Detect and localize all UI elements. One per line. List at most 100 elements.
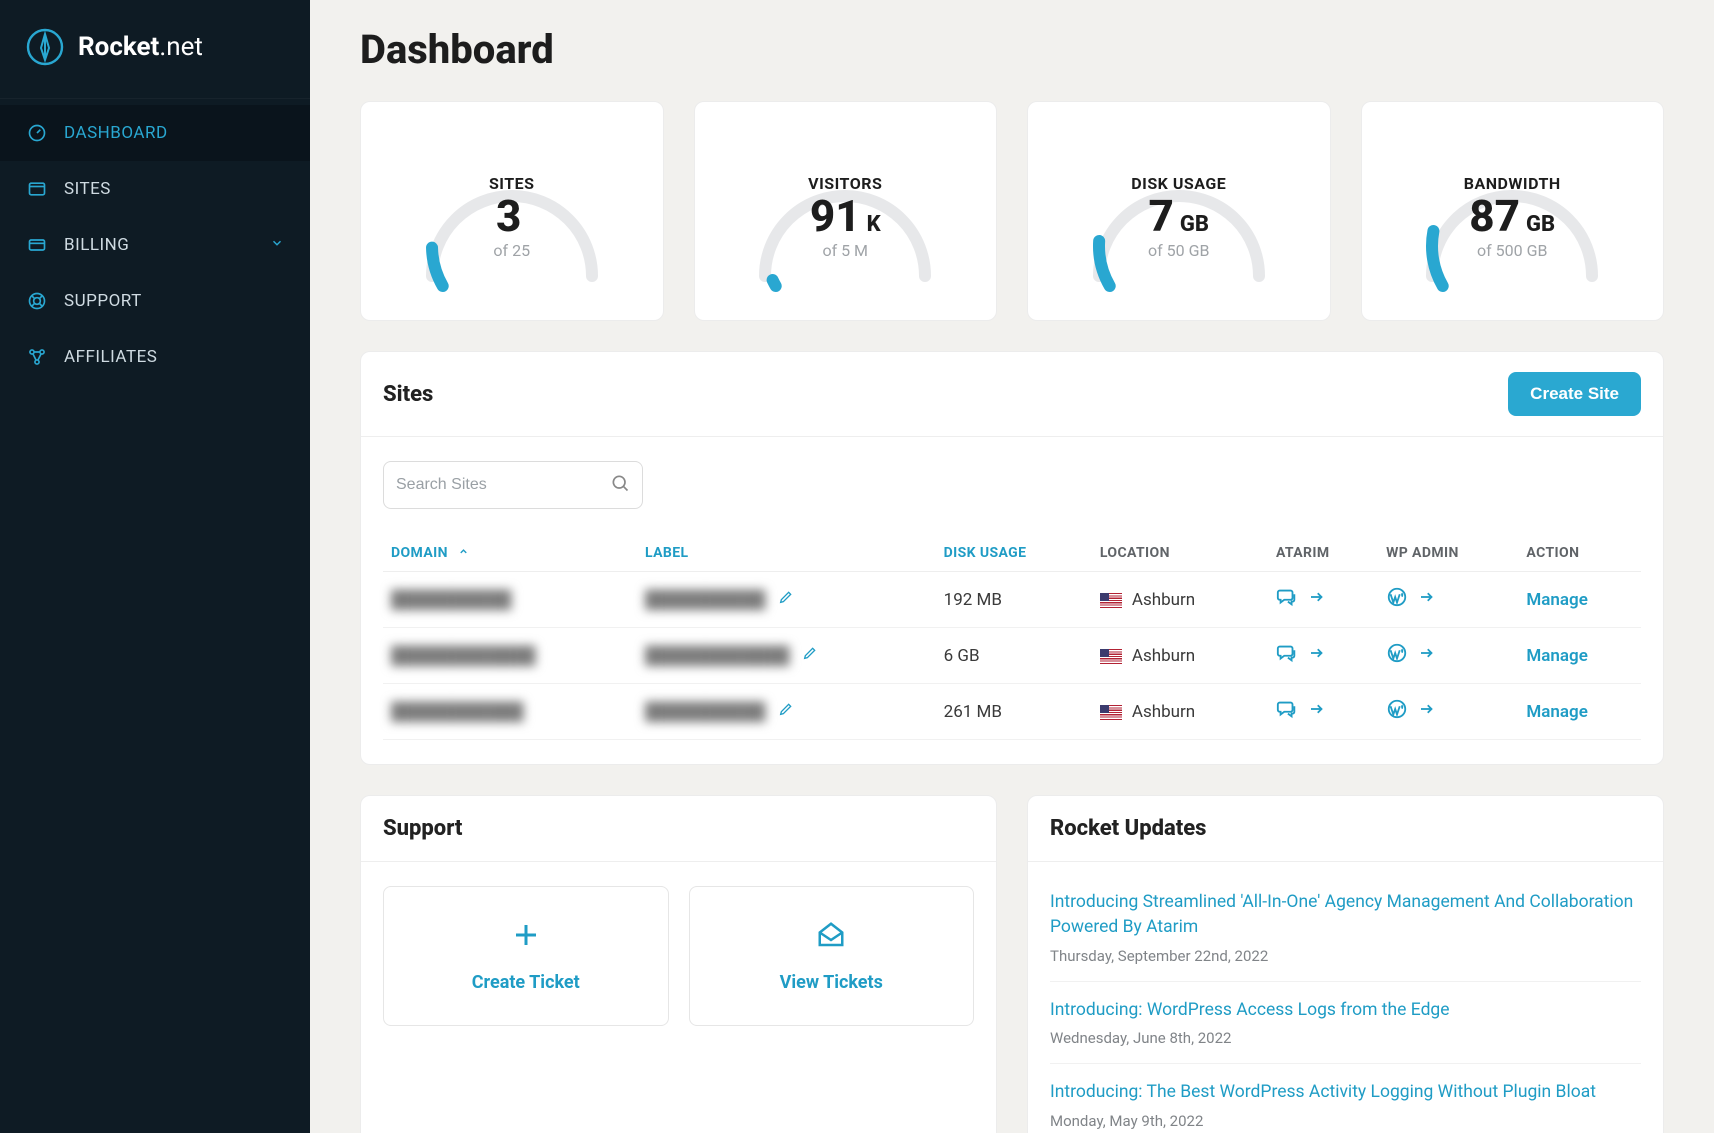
gauge-unit: GB xyxy=(1180,213,1209,236)
gauge-sites: SITES 3 of 25 xyxy=(360,101,664,321)
site-location: Ashburn xyxy=(1092,572,1268,628)
wordpress-icon xyxy=(1386,698,1408,720)
search-sites-input[interactable] xyxy=(396,476,610,494)
edit-icon[interactable] xyxy=(778,702,794,722)
atarim-link[interactable] xyxy=(1276,642,1326,664)
create-ticket-card[interactable]: Create Ticket xyxy=(383,886,669,1026)
arrow-right-icon xyxy=(1308,588,1326,606)
site-label: ██████████ xyxy=(645,590,765,610)
sites-table: DOMAIN LABEL DISK USAGE LOCATION ATARIM … xyxy=(383,535,1641,740)
sidebar-item-label: AFFILIATES xyxy=(64,347,157,367)
support-panel: Support Create Ticket View Tickets xyxy=(360,795,997,1133)
plus-icon xyxy=(511,920,541,958)
create-ticket-label: Create Ticket xyxy=(472,972,580,993)
us-flag-icon xyxy=(1100,593,1122,608)
site-label: ██████████ xyxy=(645,702,765,722)
sidebar-item-label: SUPPORT xyxy=(64,291,142,311)
gauge-value: 91 xyxy=(810,193,861,239)
sidebar-item-label: BILLING xyxy=(64,235,129,255)
update-title[interactable]: Introducing Streamlined 'All-In-One' Age… xyxy=(1050,890,1641,941)
col-wpadmin: WP ADMIN xyxy=(1378,535,1518,572)
gauge-bandwidth: BANDWIDTH 87GB of 500 GB xyxy=(1361,101,1665,321)
sidebar-item-support[interactable]: SUPPORT xyxy=(0,273,310,329)
us-flag-icon xyxy=(1100,705,1122,720)
update-date: Monday, May 9th, 2022 xyxy=(1050,1112,1641,1130)
site-disk: 6 GB xyxy=(936,628,1092,684)
col-disk[interactable]: DISK USAGE xyxy=(936,535,1092,572)
manage-link[interactable]: Manage xyxy=(1526,646,1587,666)
manage-link[interactable]: Manage xyxy=(1526,590,1587,610)
wordpress-icon xyxy=(1386,642,1408,664)
sidebar-item-label: SITES xyxy=(64,179,111,199)
col-atarim: ATARIM xyxy=(1268,535,1378,572)
browser-icon xyxy=(26,179,48,199)
chat-icon xyxy=(1276,698,1298,720)
gauge-disk: DISK USAGE 7 GB of 50 GB xyxy=(1027,101,1331,321)
gauge-sub: of 50 GB xyxy=(1131,241,1226,260)
create-site-button[interactable]: Create Site xyxy=(1508,372,1641,416)
site-domain[interactable]: ██████████ xyxy=(391,590,511,610)
chevron-down-icon xyxy=(270,235,284,255)
chat-icon xyxy=(1276,642,1298,664)
gauge-visitors: VISITORS 91K of 5 M xyxy=(694,101,998,321)
rocket-logo-icon xyxy=(26,28,64,66)
atarim-link[interactable] xyxy=(1276,698,1326,720)
update-item: Introducing Streamlined 'All-In-One' Age… xyxy=(1050,874,1641,982)
arrow-right-icon xyxy=(1308,644,1326,662)
wpadmin-link[interactable] xyxy=(1386,586,1436,608)
view-tickets-card[interactable]: View Tickets xyxy=(689,886,975,1026)
wordpress-icon xyxy=(1386,586,1408,608)
gauge-sub: of 5 M xyxy=(808,241,882,260)
page-title: Dashboard xyxy=(360,26,1664,73)
site-label: ████████████ xyxy=(645,646,790,666)
chat-icon xyxy=(1276,586,1298,608)
search-icon xyxy=(610,473,630,497)
sidebar-item-label: DASHBOARD xyxy=(64,123,168,143)
table-row: ██████████ ██████████ 192 MB Ashburn Man… xyxy=(383,572,1641,628)
gauge-row: SITES 3 of 25 VISITORS 91K of 5 M xyxy=(360,101,1664,321)
affiliates-icon xyxy=(26,347,48,367)
brand[interactable]: Rocket.net xyxy=(0,0,310,99)
gauge-icon xyxy=(26,123,48,143)
arrow-right-icon xyxy=(1308,700,1326,718)
gauge-value: 7 xyxy=(1149,193,1174,239)
sidebar-item-dashboard[interactable]: DASHBOARD xyxy=(0,105,310,161)
edit-icon[interactable] xyxy=(802,646,818,666)
site-domain[interactable]: ████████████ xyxy=(391,646,536,666)
site-domain[interactable]: ███████████ xyxy=(391,702,524,722)
updates-panel: Rocket Updates Introducing Streamlined '… xyxy=(1027,795,1664,1133)
support-title: Support xyxy=(383,816,462,841)
sites-panel: Sites Create Site DOMAIN xyxy=(360,351,1664,765)
us-flag-icon xyxy=(1100,649,1122,664)
gauge-label: DISK USAGE xyxy=(1131,174,1226,193)
site-disk: 261 MB xyxy=(936,684,1092,740)
card-icon xyxy=(26,235,48,255)
atarim-link[interactable] xyxy=(1276,586,1326,608)
sidebar: Rocket.net DASHBOARD SITES BILLING xyxy=(0,0,310,1133)
gauge-sub: of 25 xyxy=(489,241,535,260)
lifebuoy-icon xyxy=(26,291,48,311)
sidebar-nav: DASHBOARD SITES BILLING SUPPORT xyxy=(0,99,310,385)
col-label[interactable]: LABEL xyxy=(637,535,936,572)
table-row: ████████████ ████████████ 6 GB Ashburn M… xyxy=(383,628,1641,684)
site-disk: 192 MB xyxy=(936,572,1092,628)
view-tickets-label: View Tickets xyxy=(780,972,883,993)
manage-link[interactable]: Manage xyxy=(1526,702,1587,722)
updates-title: Rocket Updates xyxy=(1050,816,1206,841)
col-domain[interactable]: DOMAIN xyxy=(383,535,637,572)
update-item: Introducing: The Best WordPress Activity… xyxy=(1050,1064,1641,1133)
update-title[interactable]: Introducing: WordPress Access Logs from … xyxy=(1050,998,1641,1023)
sidebar-item-billing[interactable]: BILLING xyxy=(0,217,310,273)
search-sites-wrap[interactable] xyxy=(383,461,643,509)
arrow-right-icon xyxy=(1418,700,1436,718)
wpadmin-link[interactable] xyxy=(1386,698,1436,720)
sidebar-item-sites[interactable]: SITES xyxy=(0,161,310,217)
wpadmin-link[interactable] xyxy=(1386,642,1436,664)
arrow-right-icon xyxy=(1418,644,1436,662)
gauge-sub: of 500 GB xyxy=(1464,241,1561,260)
sidebar-item-affiliates[interactable]: AFFILIATES xyxy=(0,329,310,385)
main: Dashboard SITES 3 of 25 xyxy=(310,0,1714,1133)
update-title[interactable]: Introducing: The Best WordPress Activity… xyxy=(1050,1080,1641,1105)
edit-icon[interactable] xyxy=(778,590,794,610)
gauge-value: 87 xyxy=(1469,193,1520,239)
